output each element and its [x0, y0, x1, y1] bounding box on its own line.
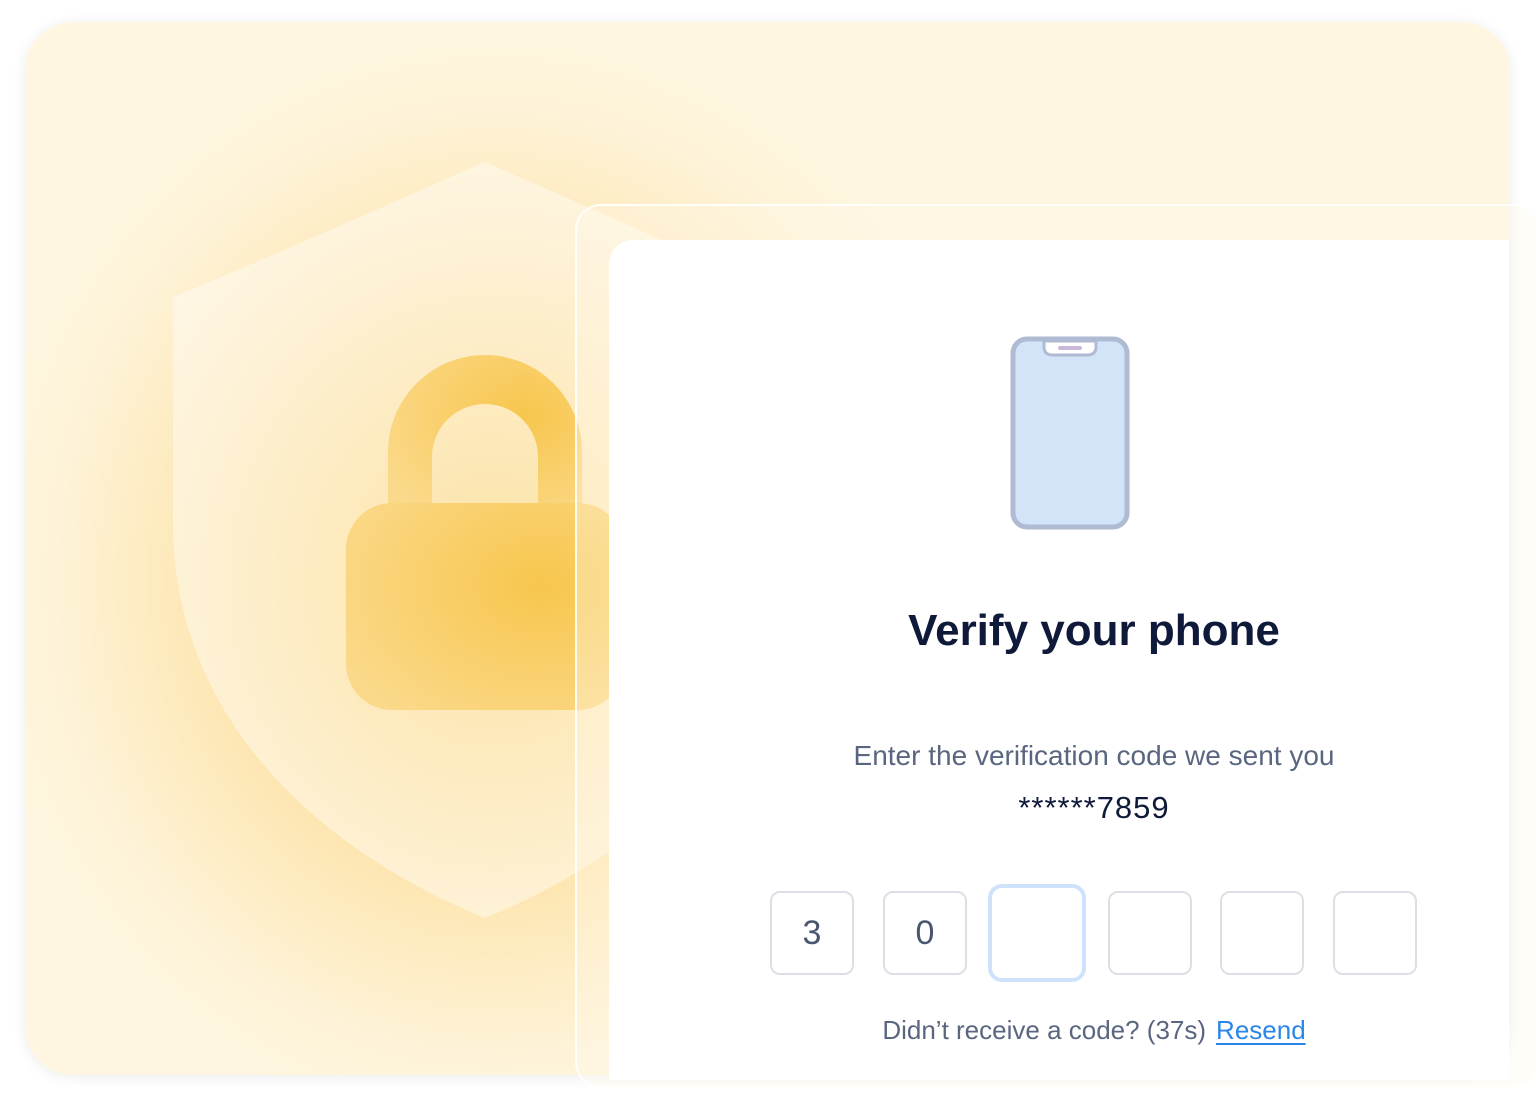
otp-digit-2[interactable]: 0	[883, 891, 967, 975]
resend-prompt: Didn’t receive a code? (37s)	[882, 1015, 1207, 1045]
page-title: Verify your phone	[908, 606, 1280, 655]
otp-digit-3[interactable]	[988, 884, 1086, 982]
otp-digit-4[interactable]	[1108, 891, 1192, 975]
verify-phone-card: Verify your phone Enter the verification…	[609, 240, 1509, 1080]
masked-phone-number: ******7859	[1018, 790, 1170, 825]
resend-row: Didn’t receive a code? (37s) Resend	[609, 1015, 1536, 1046]
resend-link[interactable]: Resend	[1216, 1015, 1306, 1045]
otp-digit-1[interactable]: 3	[770, 891, 854, 975]
otp-digit-6[interactable]	[1333, 891, 1417, 975]
instruction-text: Enter the verification code we sent you	[853, 740, 1335, 771]
otp-digit-5[interactable]	[1220, 891, 1304, 975]
smartphone-icon	[1010, 336, 1130, 530]
